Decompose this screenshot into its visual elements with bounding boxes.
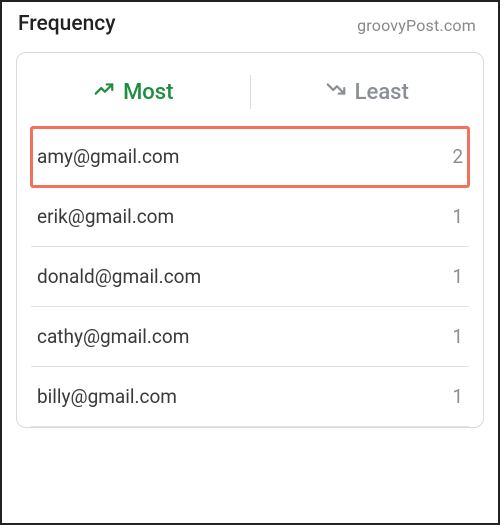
list-item[interactable]: erik@gmail.com 1 <box>31 187 469 247</box>
list-item[interactable]: cathy@gmail.com 1 <box>31 307 469 367</box>
list-item-email: erik@gmail.com <box>37 205 174 228</box>
frequency-card: Most Least amy@gmail.com 2 erik@gmail.co… <box>16 52 484 428</box>
list-item-count: 1 <box>452 325 463 348</box>
list-item-count: 1 <box>452 265 463 288</box>
frequency-panel: groovyPost.com Frequency Most <box>0 0 500 525</box>
frequency-list: amy@gmail.com 2 erik@gmail.com 1 donald@… <box>17 127 483 427</box>
tab-least[interactable]: Least <box>251 78 484 106</box>
list-item[interactable]: amy@gmail.com 2 <box>31 127 469 187</box>
list-item-email: cathy@gmail.com <box>37 325 189 348</box>
watermark: groovyPost.com <box>357 16 476 35</box>
list-item[interactable]: billy@gmail.com 1 <box>31 367 469 427</box>
list-item-count: 1 <box>452 385 463 408</box>
list-item-email: donald@gmail.com <box>37 265 201 288</box>
list-item-email: amy@gmail.com <box>37 145 179 168</box>
tab-most[interactable]: Most <box>17 78 250 106</box>
trend-up-icon <box>93 78 115 106</box>
list-item-count: 1 <box>452 205 463 228</box>
list-item-email: billy@gmail.com <box>37 385 177 408</box>
tabs: Most Least <box>17 53 483 127</box>
tab-most-label: Most <box>123 80 173 105</box>
list-item[interactable]: donald@gmail.com 1 <box>31 247 469 307</box>
list-item-count: 2 <box>452 145 463 168</box>
trend-down-icon <box>325 78 347 106</box>
tab-least-label: Least <box>355 80 409 105</box>
